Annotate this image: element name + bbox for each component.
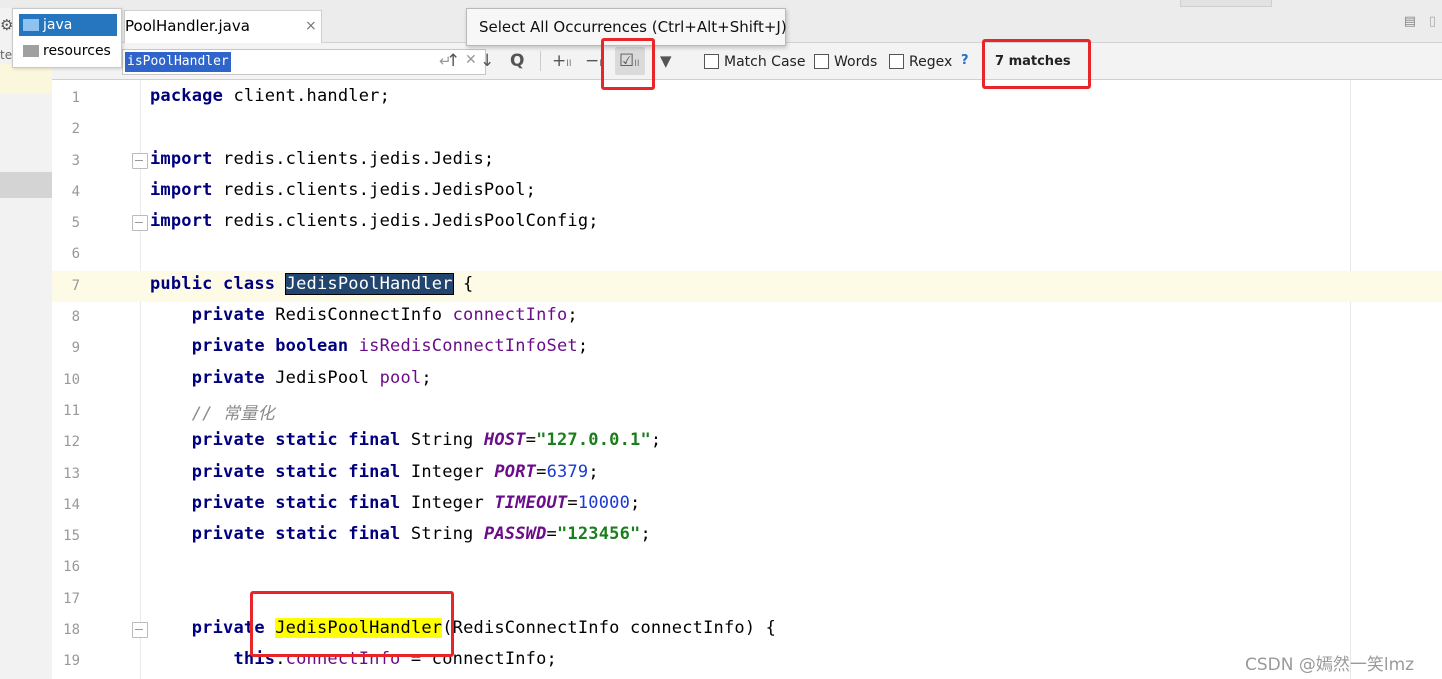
annotation-box-constructor	[250, 591, 454, 657]
code-text: private static final Integer TIMEOUT=100…	[191, 492, 641, 513]
line-number: 6	[71, 246, 80, 263]
line-number: 5	[71, 215, 80, 232]
remove-icon: −	[585, 51, 600, 71]
next-occurrence-button[interactable]: ↓	[480, 49, 494, 73]
code-text: private boolean isRedisConnectInfoSet;	[191, 336, 589, 357]
clear-icon[interactable]: ✕	[465, 52, 477, 68]
match-case-label: Match Case	[724, 54, 806, 70]
line-number: 12	[63, 434, 80, 451]
folder-icon	[23, 19, 39, 31]
annotation-box-matches	[982, 39, 1091, 89]
code-line: 4 import redis.clients.jedis.JedisPool;	[52, 177, 1442, 208]
add-occurrence-button[interactable]: +II	[552, 49, 572, 76]
line-number: 15	[63, 528, 80, 545]
code-text: public class JedisPoolHandler {	[150, 272, 474, 295]
line-number: 9	[71, 340, 80, 357]
checkbox-box[interactable]	[889, 54, 904, 69]
close-icon[interactable]: ×	[305, 18, 317, 34]
code-line: 10 private JedisPool pool;	[52, 365, 1442, 396]
match-case-checkbox[interactable]: Match Case	[704, 53, 805, 71]
search-input-value: isPoolHandler	[125, 52, 231, 72]
code-editor[interactable]: 1 package client.handler; 2 3 import red…	[52, 83, 1442, 678]
code-line: 12 private static final String HOST="127…	[52, 427, 1442, 458]
fold-icon[interactable]	[132, 622, 148, 639]
code-line: 15 private static final String PASSWD="1…	[52, 521, 1442, 552]
tree-item-java[interactable]: java	[19, 14, 117, 36]
project-panel: ⚙ te	[0, 8, 53, 679]
tree-item-label: resources	[43, 43, 111, 59]
previous-occurrence-button[interactable]: ↑	[446, 49, 460, 73]
code-line: 6	[52, 239, 1442, 270]
code-line: 5 import redis.clients.jedis.JedisPoolCo…	[52, 208, 1442, 239]
code-text: private JedisPool pool;	[191, 367, 432, 388]
code-text: private static final String HOST="127.0.…	[191, 430, 662, 451]
line-number: 2	[71, 121, 80, 138]
code-line: 3 import redis.clients.jedis.Jedis;	[52, 146, 1442, 177]
code-line: 1 package client.handler;	[52, 83, 1442, 114]
filter-icon[interactable]: ▼	[660, 49, 672, 73]
code-text: package client.handler;	[150, 86, 391, 106]
tab-jedispoolhandler[interactable]: PoolHandler.java ×	[124, 10, 322, 43]
find-all-button[interactable]: Q	[510, 49, 524, 73]
fold-icon[interactable]	[132, 152, 148, 169]
regex-help-link[interactable]: ?	[961, 53, 969, 68]
panel-selected-row[interactable]	[0, 172, 52, 198]
find-toolbar: isPoolHandler ↵ ✕ ↑ ↓ Q +II −II ☑II ▼ Ma…	[52, 43, 1442, 80]
tooltip-text: Select All Occurrences (Ctrl+Alt+Shift+J…	[479, 18, 787, 36]
toolbar-separator	[540, 51, 541, 71]
words-checkbox[interactable]: Words	[814, 53, 877, 71]
code-text: private JedisPoolHandler(RedisConnectInf…	[191, 618, 777, 639]
code-line: 14 private static final Integer TIMEOUT=…	[52, 490, 1442, 521]
resources-folder-icon	[23, 45, 39, 57]
annotation-box-select-all	[601, 38, 655, 90]
recent-files-icon[interactable]: ▤	[1404, 14, 1416, 29]
code-line: 8 private RedisConnectInfo connectInfo;	[52, 302, 1442, 333]
line-number: 1	[71, 90, 80, 106]
code-text: import redis.clients.jedis.JedisPoolConf…	[150, 211, 599, 232]
line-number: 13	[63, 465, 80, 482]
line-number: 3	[71, 152, 80, 169]
checkbox-box[interactable]	[814, 54, 829, 69]
fold-icon[interactable]	[132, 215, 148, 232]
line-number: 7	[71, 277, 80, 294]
line-number: 16	[63, 559, 80, 576]
code-line: 11 // 常量化	[52, 396, 1442, 427]
line-number: 17	[63, 590, 80, 607]
selected-occurrence: JedisPoolHandler	[284, 272, 454, 295]
words-label: Words	[834, 54, 878, 70]
toolbar-fragment	[1180, 0, 1272, 7]
split-icon[interactable]: ▯	[1429, 14, 1436, 29]
search-input[interactable]: isPoolHandler ↵ ✕	[122, 49, 486, 75]
tab-label: PoolHandler.java	[125, 17, 250, 35]
panel-highlight-row	[0, 64, 52, 94]
code-comment: // 常量化	[191, 403, 275, 424]
line-number: 4	[71, 183, 80, 200]
code-text: import redis.clients.jedis.Jedis;	[150, 148, 495, 169]
panel-cut-text: te	[0, 48, 13, 62]
code-text: private RedisConnectInfo connectInfo;	[191, 305, 578, 326]
code-text: private static final Integer PORT=6379;	[191, 461, 599, 482]
line-number: 14	[63, 496, 80, 513]
tree-item-label: java	[43, 17, 73, 33]
code-line-current: 7 public class JedisPoolHandler {	[52, 270, 1442, 303]
line-number: 11	[63, 402, 80, 419]
code-line: 9 private boolean isRedisConnectInfoSet;	[52, 333, 1442, 364]
code-line: 16	[52, 552, 1442, 583]
checkbox-box[interactable]	[704, 54, 719, 69]
code-text: private static final String PASSWD="1234…	[191, 524, 651, 545]
code-text: import redis.clients.jedis.JedisPool;	[150, 179, 537, 200]
regex-checkbox[interactable]: Regex	[889, 53, 952, 71]
code-line: 13 private static final Integer PORT=637…	[52, 459, 1442, 490]
project-tree-popup: java resources	[12, 8, 122, 68]
regex-label: Regex	[909, 54, 953, 70]
line-number: 10	[63, 371, 80, 388]
line-number: 18	[63, 622, 80, 639]
tree-item-resources[interactable]: resources	[19, 40, 111, 62]
add-icon: +	[552, 51, 567, 71]
code-line: 2	[52, 114, 1442, 145]
watermark: CSDN @嫣然一笑lmz	[1245, 655, 1415, 675]
line-number: 8	[71, 309, 80, 326]
line-number: 19	[63, 653, 80, 670]
